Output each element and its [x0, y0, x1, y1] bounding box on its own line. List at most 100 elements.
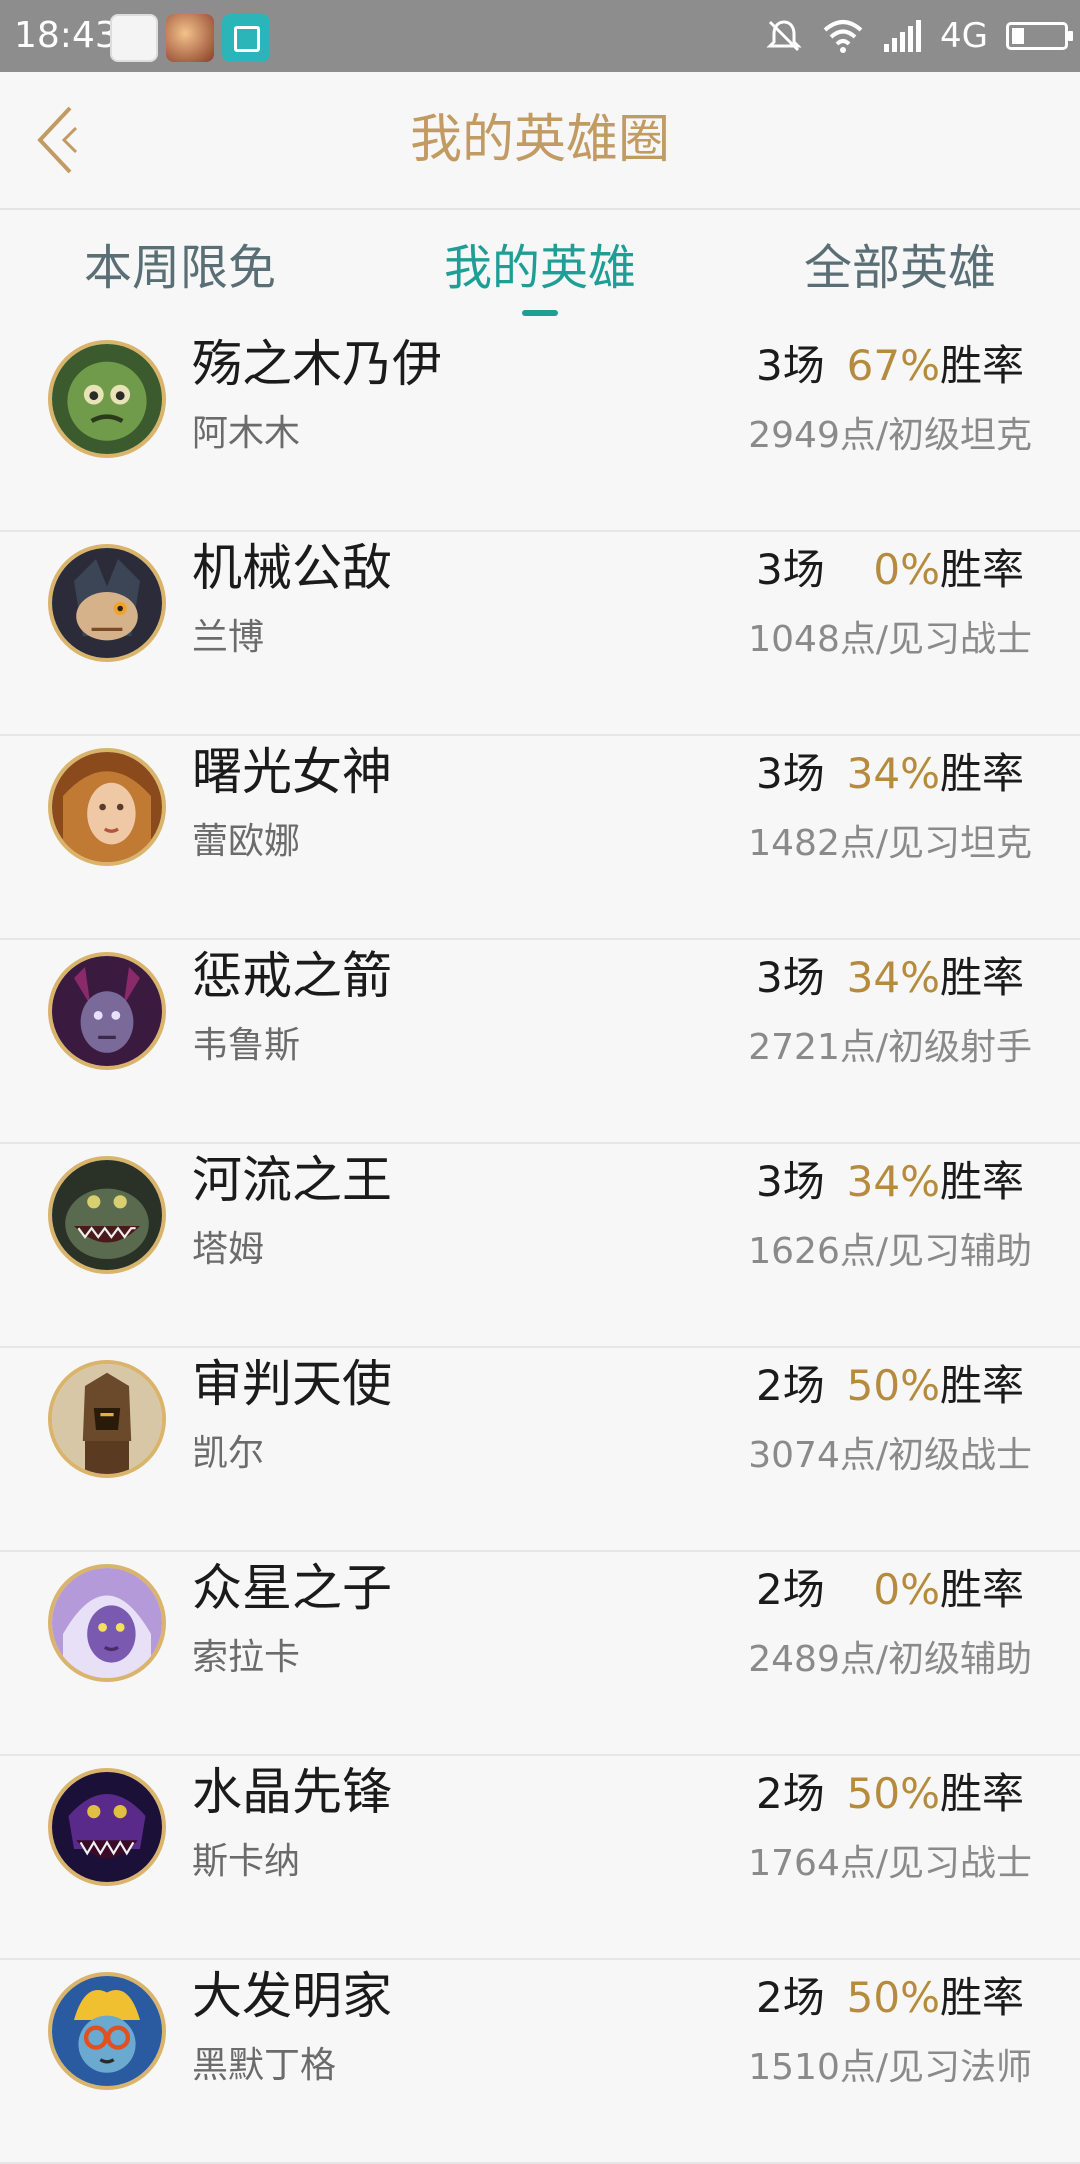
win-rate-percent: 50% — [846, 1361, 940, 1410]
win-rate-label: 胜率 — [939, 749, 1024, 798]
hero-points: 1626点/见习辅助 — [748, 1231, 1032, 1272]
hero-title: 水晶先锋 — [192, 1763, 392, 1821]
hero-avatar — [48, 748, 166, 866]
hero-name: 蕾欧娜 — [192, 821, 301, 862]
win-rate: 50%胜率 — [847, 1766, 1024, 1822]
games-count: 3场 — [756, 953, 825, 1002]
win-rate-percent: 34% — [846, 749, 940, 798]
hero-avatar — [48, 1564, 166, 1682]
hero-points: 2721点/初级射手 — [748, 1027, 1032, 1068]
win-rate-percent: 34% — [846, 1157, 940, 1206]
win-rate-label: 胜率 — [939, 1565, 1024, 1614]
hero-points: 2949点/初级坦克 — [748, 415, 1032, 456]
hero-title: 河流之王 — [192, 1151, 392, 1209]
scan-icon — [222, 14, 270, 62]
hero-title: 惩戒之箭 — [192, 947, 392, 1005]
games-count: 2场 — [756, 1973, 825, 2022]
qq-icon — [110, 14, 158, 62]
hero-name: 兰博 — [192, 617, 265, 658]
win-rate-label: 胜率 — [939, 1157, 1024, 1206]
tab-weekly-free[interactable]: 本周限免 — [0, 208, 360, 328]
network-type: 4G — [940, 16, 988, 56]
hero-title: 大发明家 — [192, 1967, 392, 2025]
games-count: 2场 — [756, 1769, 825, 1818]
hero-row[interactable]: 大发明家 黑默丁格 2场 50%胜率 1510点/见习法师 — [0, 1960, 1080, 2164]
hero-name: 凯尔 — [192, 1433, 265, 1474]
tab-label: 全部英雄 — [803, 240, 996, 296]
win-rate-percent: 67% — [846, 341, 940, 390]
hero-row[interactable]: 河流之王 塔姆 3场 34%胜率 1626点/见习辅助 — [0, 1144, 1080, 1348]
games-count: 3场 — [756, 1157, 825, 1206]
win-rate-label: 胜率 — [939, 545, 1024, 594]
tab-all-heroes[interactable]: 全部英雄 — [720, 208, 1080, 328]
hero-name: 韦鲁斯 — [192, 1025, 301, 1066]
win-rate-label: 胜率 — [939, 1973, 1024, 2022]
hero-points: 1482点/见习坦克 — [748, 823, 1032, 864]
hero-row[interactable]: 水晶先锋 斯卡纳 2场 50%胜率 1764点/见习战士 — [0, 1756, 1080, 1960]
hero-row[interactable]: 众星之子 索拉卡 2场 0%胜率 2489点/初级辅助 — [0, 1552, 1080, 1756]
signal-icon — [884, 20, 922, 52]
hero-points: 1510点/见习法师 — [748, 2047, 1032, 2088]
hero-row[interactable]: 惩戒之箭 韦鲁斯 3场 34%胜率 2721点/初级射手 — [0, 940, 1080, 1144]
hero-row[interactable]: 曙光女神 蕾欧娜 3场 34%胜率 1482点/见习坦克 — [0, 736, 1080, 940]
hero-list: 殇之木乃伊 阿木木 3场 67%胜率 2949点/初级坦克 机械公敌 兰博 3场… — [0, 328, 1080, 2164]
hero-avatar — [48, 544, 166, 662]
hero-points: 3074点/初级战士 — [748, 1435, 1032, 1476]
win-rate: 67%胜率 — [847, 338, 1024, 394]
hero-row[interactable]: 审判天使 凯尔 2场 50%胜率 3074点/初级战士 — [0, 1348, 1080, 1552]
win-rate-percent: 0% — [873, 545, 940, 594]
hero-avatar — [48, 1768, 166, 1886]
games-count: 3场 — [756, 545, 825, 594]
hero-row[interactable]: 殇之木乃伊 阿木木 3场 67%胜率 2949点/初级坦克 — [0, 328, 1080, 532]
header-bar: 我的英雄圈 — [0, 72, 1080, 210]
win-rate-label: 胜率 — [939, 953, 1024, 1002]
hero-avatar — [48, 1972, 166, 2090]
tab-my-heroes[interactable]: 我的英雄 — [360, 208, 720, 328]
win-rate: 0%胜率 — [873, 1562, 1024, 1618]
battery-icon — [1006, 22, 1073, 50]
games-count: 2场 — [756, 1565, 825, 1614]
hero-title: 殇之木乃伊 — [192, 335, 442, 393]
status-bar: 18:43 4G — [0, 0, 1080, 72]
hero-name: 斯卡纳 — [192, 1841, 301, 1882]
win-rate: 34%胜率 — [847, 1154, 1024, 1210]
win-rate: 50%胜率 — [847, 1970, 1024, 2026]
games-count: 3场 — [756, 749, 825, 798]
win-rate-percent: 50% — [846, 1973, 940, 2022]
hero-name: 塔姆 — [192, 1229, 265, 1270]
hero-points: 1048点/见习战士 — [748, 619, 1032, 660]
page-title: 我的英雄圈 — [409, 110, 670, 170]
hero-avatar — [48, 1156, 166, 1274]
hero-points: 2489点/初级辅助 — [748, 1639, 1032, 1680]
status-icons: 4G — [764, 14, 1073, 58]
tab-bar: 本周限免 我的英雄 全部英雄 — [0, 208, 1080, 328]
hero-points: 1764点/见习战士 — [748, 1843, 1032, 1884]
tab-label: 我的英雄 — [443, 240, 636, 296]
active-tab-indicator — [522, 310, 558, 316]
game-icon — [166, 14, 214, 62]
games-count: 2场 — [756, 1361, 825, 1410]
hero-title: 机械公敌 — [192, 539, 392, 597]
hero-name: 阿木木 — [192, 413, 301, 454]
hero-avatar — [48, 340, 166, 458]
status-time: 18:43 — [14, 15, 118, 56]
win-rate-label: 胜率 — [939, 341, 1024, 390]
tab-label: 本周限免 — [83, 240, 276, 296]
hero-name: 黑默丁格 — [192, 2045, 337, 2086]
hero-row[interactable]: 机械公敌 兰博 3场 0%胜率 1048点/见习战士 — [0, 532, 1080, 736]
hero-title: 众星之子 — [192, 1559, 392, 1617]
mute-icon — [766, 20, 802, 52]
hero-avatar — [48, 952, 166, 1070]
hero-avatar — [48, 1360, 166, 1478]
hero-title: 曙光女神 — [192, 743, 392, 801]
win-rate: 34%胜率 — [847, 950, 1024, 1006]
win-rate: 50%胜率 — [847, 1358, 1024, 1414]
win-rate-percent: 50% — [846, 1769, 940, 1818]
wifi-icon — [823, 20, 863, 53]
win-rate: 34%胜率 — [847, 746, 1024, 802]
win-rate-percent: 0% — [873, 1565, 940, 1614]
win-rate: 0%胜率 — [873, 542, 1024, 598]
win-rate-label: 胜率 — [939, 1361, 1024, 1410]
win-rate-percent: 34% — [846, 953, 940, 1002]
games-count: 3场 — [756, 341, 825, 390]
